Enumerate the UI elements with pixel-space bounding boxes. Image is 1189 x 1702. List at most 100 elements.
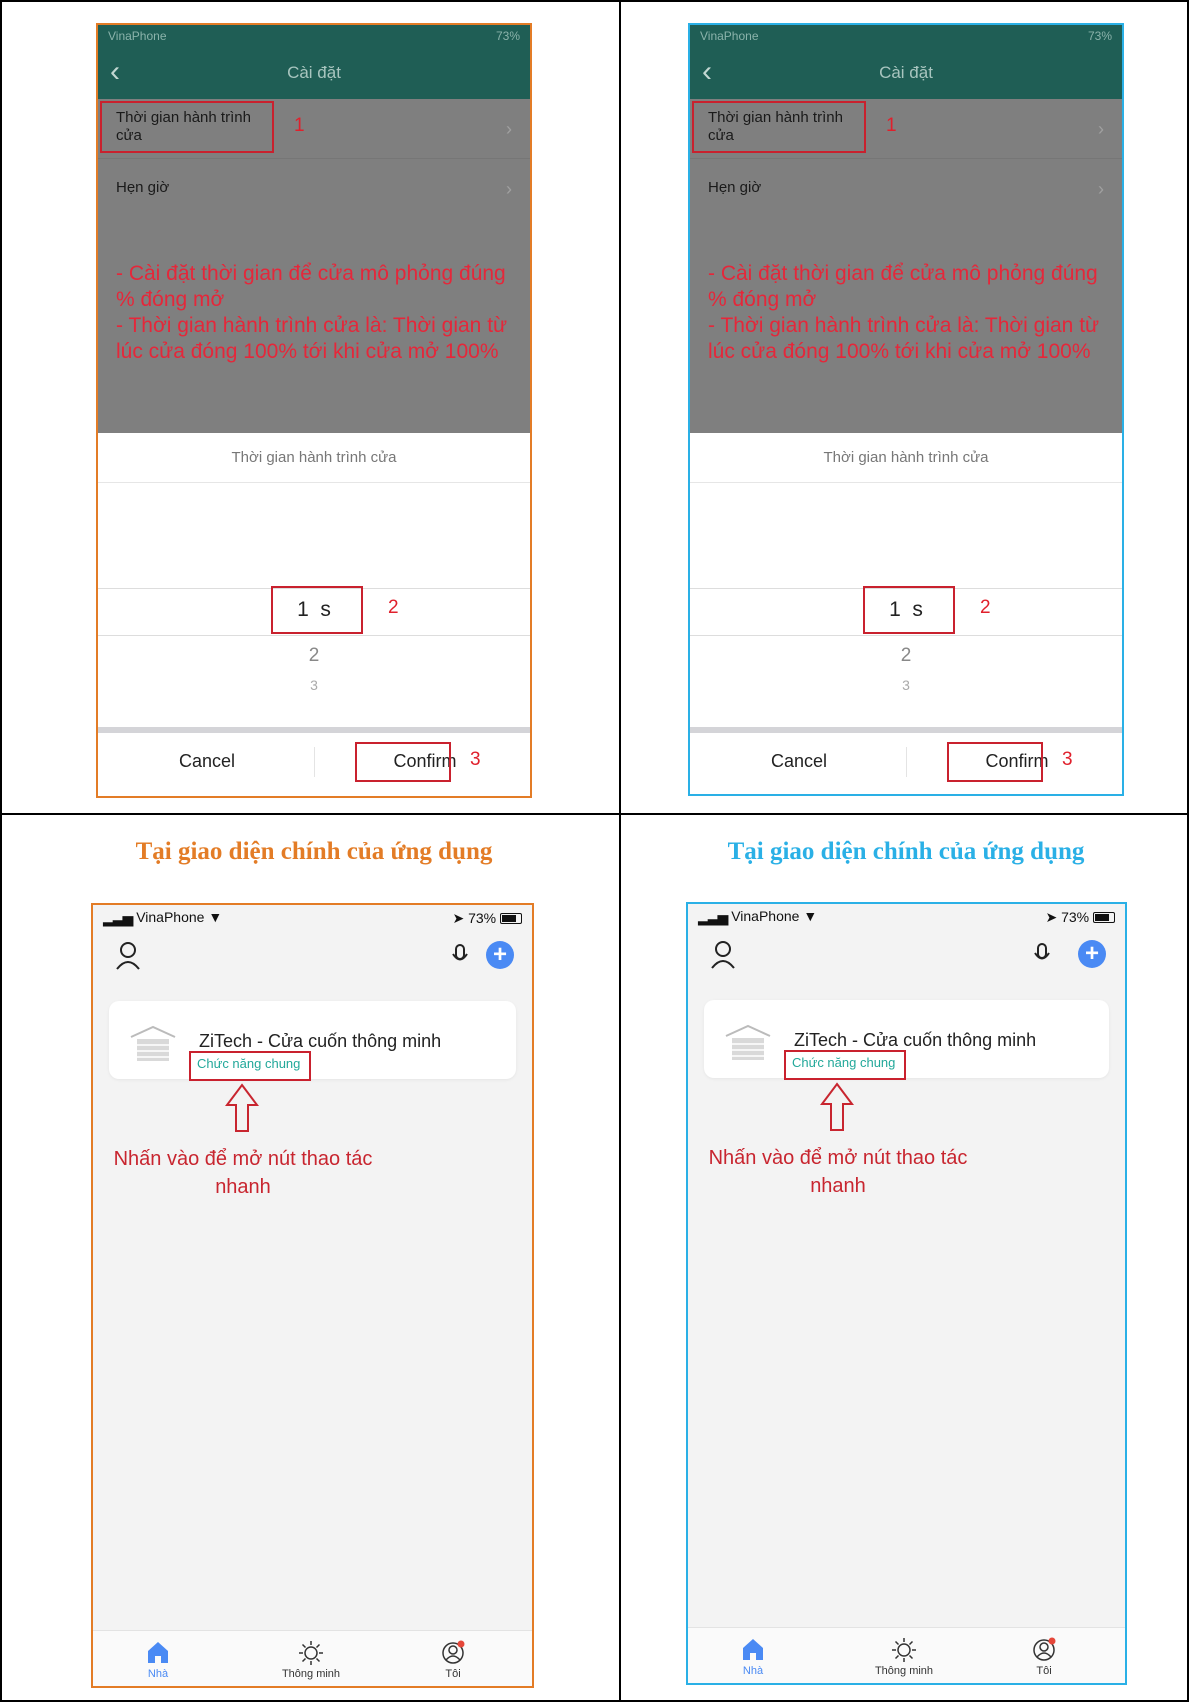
battery-icon (500, 913, 522, 925)
button-separator (314, 747, 315, 777)
picker-line-bottom (690, 635, 1122, 636)
battery-group: ➤ 73% (1045, 909, 1115, 926)
settings-row-timer[interactable]: Hẹn giờ › (98, 159, 530, 219)
status-bar: VinaPhone 73% (690, 25, 1122, 47)
dimmed-settings-list: Thời gian hành trình cửa › 1 Hẹn giờ › -… (690, 99, 1122, 433)
profile-icon (1033, 1637, 1056, 1661)
row-label: Hẹn giờ (116, 179, 170, 196)
carrier-group: ▂▃▅ VinaPhone ▼ (698, 908, 817, 926)
annotation-number-2: 2 (388, 597, 399, 618)
annotation-number-2: 2 (980, 597, 991, 618)
sheet-title: Thời gian hành trình cửa (690, 433, 1122, 483)
table-divider-vertical (619, 0, 621, 1702)
nav-bar: ‹ Cài đặt (690, 47, 1122, 99)
rolling-door-icon (725, 1024, 771, 1060)
carrier-label: VinaPhone (700, 29, 759, 43)
wifi-icon: ▼ (208, 909, 223, 926)
sheet-title: Thời gian hành trình cửa (98, 433, 530, 483)
battery-label: 73% (1087, 29, 1112, 43)
arrow-up-icon (225, 1083, 259, 1132)
caption-blue: Tại giao diện chính của ứng dụng (727, 838, 1085, 865)
tab-label: Thông minh (874, 1665, 934, 1677)
rolling-door-icon (130, 1025, 176, 1061)
dimmed-settings-list: Thời gian hành trình cửa › 1 Hẹn giờ › -… (98, 99, 530, 433)
status-bar: ▂▃▅ VinaPhone ▼ ➤ 73% (93, 905, 532, 931)
carrier-label: VinaPhone (108, 29, 167, 43)
microphone-icon[interactable] (1033, 942, 1051, 966)
add-device-button[interactable]: + (1078, 940, 1106, 968)
chevron-right-icon: › (506, 119, 512, 139)
picker-option[interactable]: 2 (690, 645, 1122, 667)
cancel-button[interactable]: Cancel (98, 733, 316, 789)
table-border-left (0, 0, 2, 1702)
picker-sheet: Thời gian hành trình cửa 1 s 2 2 3 Cance… (690, 433, 1122, 794)
carrier-group: ▂▃▅ VinaPhone ▼ (103, 909, 222, 927)
tab-home[interactable]: Nhà (118, 1639, 198, 1680)
caption-orange: Tại giao diện chính của ứng dụng (135, 838, 493, 865)
cancel-button[interactable]: Cancel (690, 733, 908, 789)
signal-icon: ▂▃▅ (698, 908, 728, 925)
battery-group: ➤ 73% (452, 910, 522, 927)
annotation-number-1: 1 (886, 115, 897, 136)
battery-label: 73% (1061, 908, 1090, 925)
hint-text: Nhấn vào để mở nút thao tác nhanh (708, 1147, 968, 1197)
tab-label: Tôi (445, 1668, 461, 1680)
signal-icon: ▂▃▅ (103, 909, 133, 926)
annotation-box-function (189, 1051, 311, 1081)
tab-me[interactable]: Tôi (413, 1639, 493, 1680)
picker-option[interactable]: 3 (98, 677, 530, 693)
user-icon[interactable] (115, 941, 141, 971)
hint-text: Nhấn vào để mở nút thao tác nhanh (113, 1148, 373, 1198)
tab-label: Nhà (742, 1665, 764, 1677)
settings-row-timer[interactable]: Hẹn giờ › (690, 159, 1122, 219)
settings-screen-orange: VinaPhone 73% ‹ Cài đặt Thời gian hành t… (96, 23, 532, 798)
location-icon: ➤ (1045, 908, 1058, 925)
device-name: ZiTech - Cửa cuốn thông minh (199, 1031, 442, 1051)
tab-label: Thông minh (281, 1668, 341, 1680)
nav-bar: ‹ Cài đặt (98, 47, 530, 99)
sun-icon (892, 1638, 916, 1662)
arrow-up-icon (820, 1082, 854, 1131)
row-label: Hẹn giờ (708, 179, 762, 196)
annotation-note: - Cài đặt thời gian để cửa mô phỏng đúng… (708, 262, 1100, 363)
status-bar: ▂▃▅ VinaPhone ▼ ➤ 73% (688, 904, 1125, 930)
home-screen-orange: ▂▃▅ VinaPhone ▼ ➤ 73% + ZiTech - Cửa cuố… (91, 903, 534, 1688)
tab-home[interactable]: Nhà (713, 1636, 793, 1677)
annotation-number-1: 1 (294, 115, 305, 136)
annotation-box-1 (692, 101, 866, 153)
tab-label: Tôi (1036, 1665, 1052, 1677)
annotation-box-function (784, 1050, 906, 1080)
home-icon (148, 1642, 168, 1663)
tab-label: Nhà (147, 1668, 169, 1680)
table-border-top (0, 0, 1189, 2)
user-icon[interactable] (710, 940, 736, 970)
add-device-button[interactable]: + (486, 941, 514, 969)
settings-screen-blue: VinaPhone 73% ‹ Cài đặt Thời gian hành t… (688, 23, 1124, 796)
tab-smart[interactable]: Thông minh (864, 1636, 944, 1677)
picker-option[interactable]: 2 (98, 645, 530, 667)
tab-bar: Nhà Thông minh Tôi (93, 1630, 532, 1686)
annotation-box-2 (863, 586, 955, 634)
device-name: ZiTech - Cửa cuốn thông minh (794, 1030, 1037, 1050)
location-icon: ➤ (452, 909, 465, 926)
picker-option[interactable]: 3 (690, 677, 1122, 693)
wifi-icon: ▼ (803, 908, 818, 925)
sun-icon (299, 1641, 323, 1665)
carrier-label: VinaPhone (136, 909, 205, 926)
page-title: Cài đặt (879, 63, 933, 82)
picker-sheet: Thời gian hành trình cửa 1 s 2 2 3 Cance… (98, 433, 530, 796)
chevron-right-icon: › (1098, 179, 1104, 199)
device-card[interactable]: ZiTech - Cửa cuốn thông minh Chức năng c… (109, 1001, 516, 1081)
microphone-icon[interactable] (451, 943, 469, 967)
carrier-label: VinaPhone (731, 908, 800, 925)
home-screen-blue: ▂▃▅ VinaPhone ▼ ➤ 73% + ZiTech - Cửa cuố… (686, 902, 1127, 1685)
annotation-box-2 (271, 586, 363, 634)
button-separator (906, 747, 907, 777)
profile-icon (442, 1640, 465, 1664)
tab-smart[interactable]: Thông minh (271, 1639, 351, 1680)
battery-label: 73% (468, 909, 497, 926)
status-bar: VinaPhone 73% (98, 25, 530, 47)
battery-label: 73% (495, 29, 520, 43)
tab-me[interactable]: Tôi (1004, 1636, 1084, 1677)
device-card[interactable]: ZiTech - Cửa cuốn thông minh Chức năng c… (704, 1000, 1109, 1080)
